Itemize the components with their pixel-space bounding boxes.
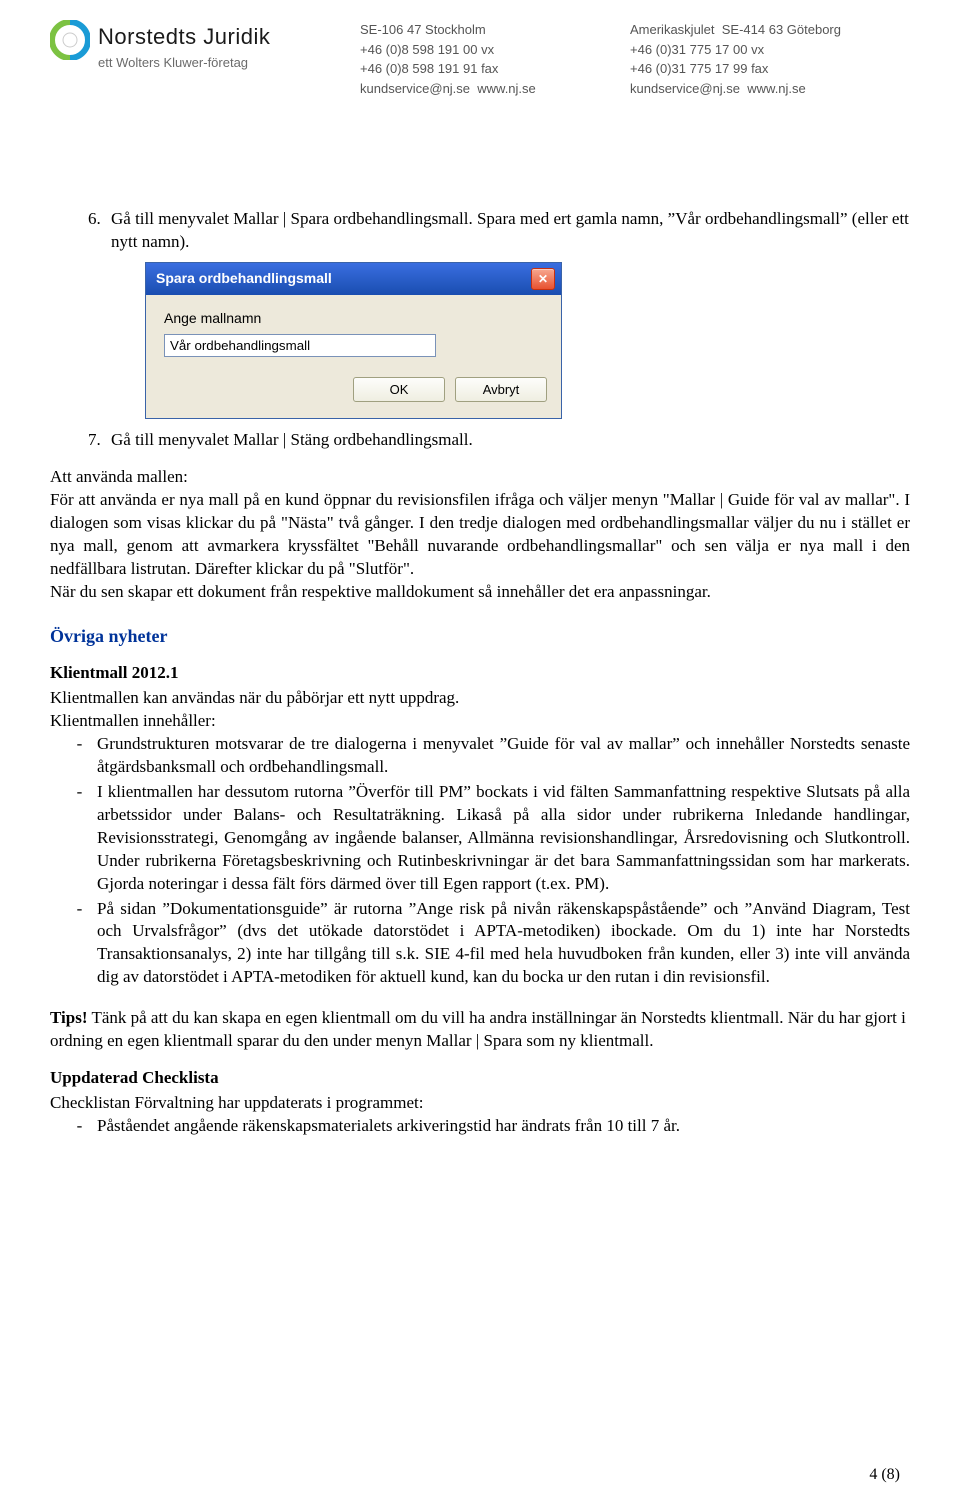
col2-l1: Amerikaskjulet SE-414 63 Göteborg [630,20,910,40]
klient-bullet-1: Grundstrukturen motsvarar de tre dialoge… [95,733,910,779]
col2-l3: +46 (0)31 775 17 99 fax [630,59,910,79]
cancel-button[interactable]: Avbryt [455,377,547,403]
tips-paragraph: Tips! Tänk på att du kan skapa en egen k… [50,1007,910,1053]
brand-subtitle: ett Wolters Kluwer-företag [98,53,270,73]
step-6: Gå till menyvalet Mallar | Spara ordbeha… [105,208,910,254]
heading-other-news: Övriga nyheter [50,624,910,648]
logo-icon [50,20,90,60]
document-header: Norstedts Juridik ett Wolters Kluwer-för… [50,20,910,98]
steps-continued-2: Gå till menyvalet Mallar | Stäng ordbeha… [50,429,910,452]
klientmall-intro: Klientmallen kan användas när du påbörja… [50,687,910,733]
ok-button[interactable]: OK [353,377,445,403]
col1-l4: kundservice@nj.se www.nj.se [360,79,610,99]
step-7: Gå till menyvalet Mallar | Stäng ordbeha… [105,429,910,452]
address-goteborg: Amerikaskjulet SE-414 63 Göteborg +46 (0… [630,20,910,98]
steps-continued: Gå till menyvalet Mallar | Spara ordbeha… [50,208,910,254]
brand-name: Norstedts Juridik [98,20,270,53]
col2-l4: kundservice@nj.se www.nj.se [630,79,910,99]
checklist-bullets: Påståendet angående räkenskapsmaterialet… [50,1115,910,1138]
tips-body: Tänk på att du kan skapa en egen klientm… [50,1008,906,1050]
close-icon[interactable]: ✕ [531,268,555,290]
dialog-titlebar[interactable]: Spara ordbehandlingsmall ✕ [146,263,561,295]
col1-l3: +46 (0)8 598 191 91 fax [360,59,610,79]
heading-checklist: Uppdaterad Checklista [50,1067,910,1090]
address-stockholm: SE-106 47 Stockholm +46 (0)8 598 191 00 … [360,20,610,98]
brand-block: Norstedts Juridik ett Wolters Kluwer-för… [50,20,330,73]
col1-l2: +46 (0)8 598 191 00 vx [360,40,610,60]
template-name-input[interactable] [164,334,436,357]
klientmall-bullets: Grundstrukturen motsvarar de tre dialoge… [50,733,910,989]
use-template-paragraph: Att använda mallen: För att använda er n… [50,466,910,604]
page-number: 4 (8) [869,1466,900,1484]
save-template-dialog: Spara ordbehandlingsmall ✕ Ange mallnamn… [145,262,562,419]
col2-l2: +46 (0)31 775 17 00 vx [630,40,910,60]
dialog-title-text: Spara ordbehandlingsmall [156,269,332,288]
col1-l1: SE-106 47 Stockholm [360,20,610,40]
klient-bullet-2: I klientmallen har dessutom rutorna ”Öve… [95,781,910,896]
tips-label: Tips! [50,1008,88,1027]
heading-klientmall: Klientmall 2012.1 [50,662,910,685]
checklist-intro: Checklistan Förvaltning har uppdaterats … [50,1092,910,1115]
klient-bullet-3: På sidan ”Dokumentationsguide” är rutorn… [95,898,910,990]
check-bullet-1: Påståendet angående räkenskapsmaterialet… [95,1115,910,1138]
dialog-field-label: Ange mallnamn [164,309,547,328]
